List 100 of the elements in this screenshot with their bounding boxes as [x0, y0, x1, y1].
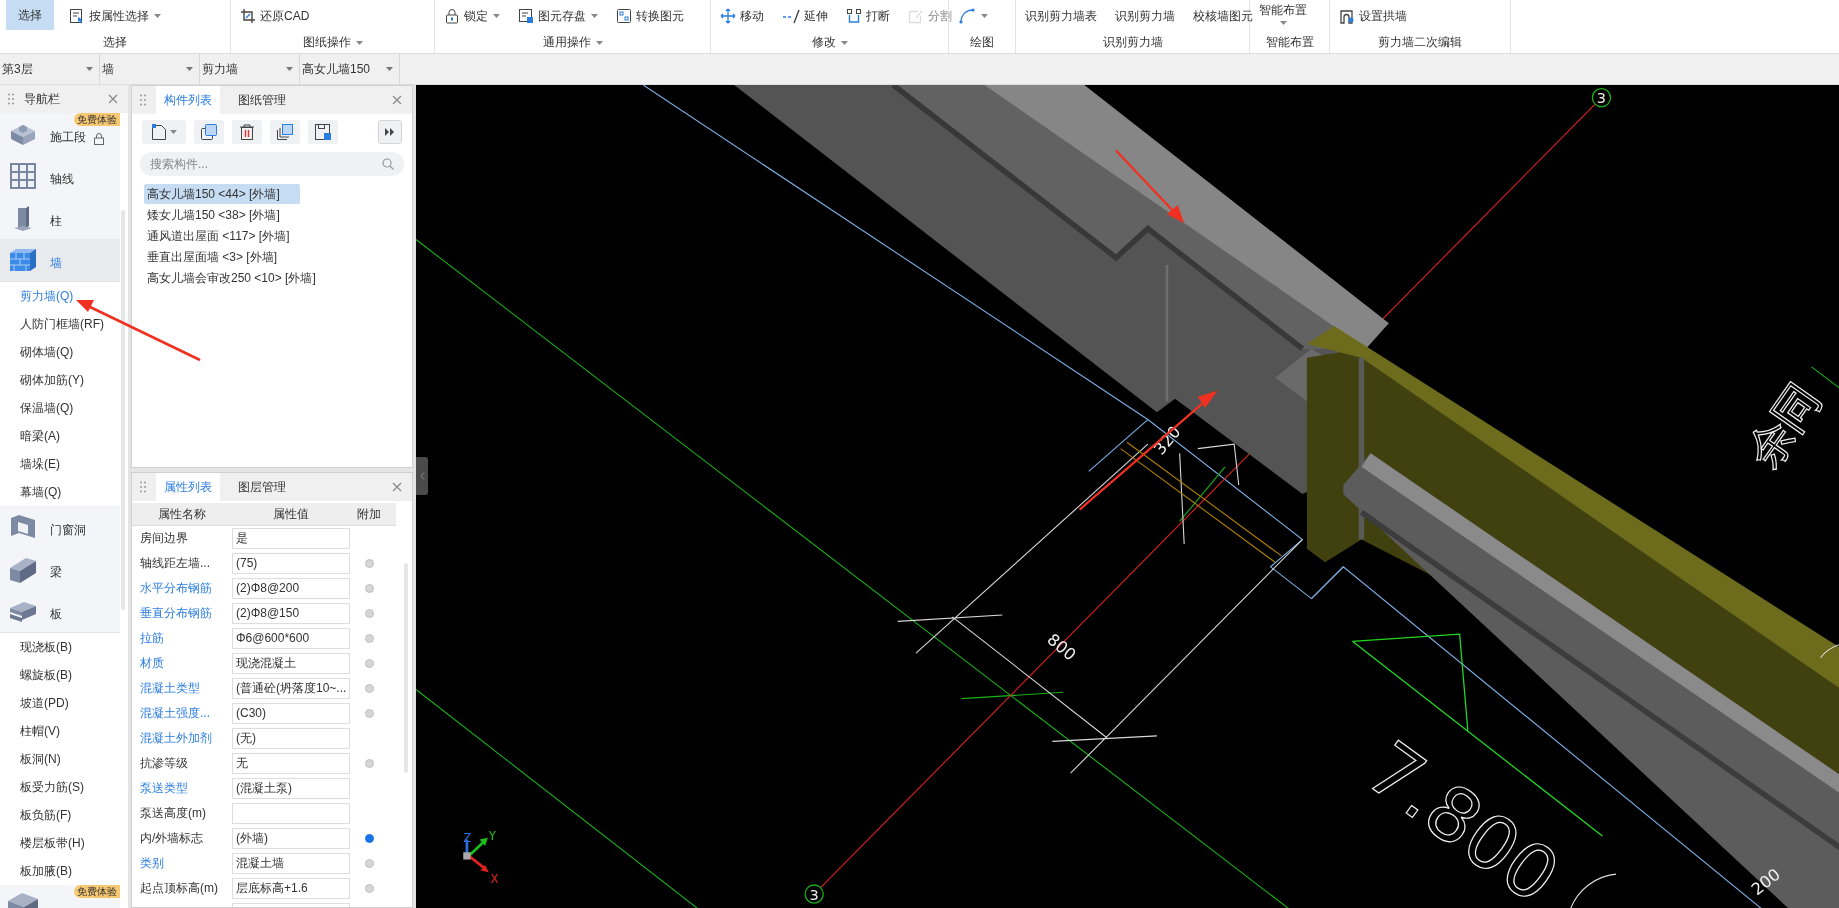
note-text: 余同 — [1736, 373, 1832, 478]
property-value-field[interactable]: 混凝土墙 — [232, 853, 350, 874]
ribbon-button[interactable]: 智能布置 — [1256, 0, 1310, 32]
nav-item[interactable]: 板受力筋(S) — [0, 773, 120, 801]
group-label: 剪力墙二次编辑 — [1377, 34, 1463, 51]
property-value-field[interactable] — [232, 803, 350, 824]
filter-dropdown[interactable]: 墙 — [100, 54, 200, 84]
close-icon[interactable] — [392, 482, 402, 492]
property-name: 混凝土强度... — [139, 705, 211, 722]
property-value-field[interactable]: (2)Φ8@150 — [232, 603, 350, 624]
ribbon-button[interactable]: 设置拱墙 — [1336, 4, 1410, 28]
nav-item[interactable]: 砌体加筋(Y) — [0, 366, 120, 394]
nav-item[interactable]: 坡道(PD) — [0, 689, 120, 717]
property-value-field[interactable]: 层底标高+1.6 — [232, 878, 350, 899]
attach-radio[interactable] — [364, 659, 374, 668]
property-value-field[interactable]: (C30) — [232, 703, 350, 724]
nav-category[interactable]: 免费体验 施工段 — [0, 113, 120, 155]
nav-item[interactable]: 板负筋(F) — [0, 801, 120, 829]
panel-tab[interactable]: 图层管理 — [230, 473, 294, 501]
attach-radio[interactable] — [364, 559, 374, 568]
drag-handle-icon — [140, 481, 146, 493]
filter-dropdown[interactable]: 高女儿墙150 — [300, 54, 400, 84]
attach-radio[interactable] — [364, 584, 374, 593]
nav-item[interactable]: 板洞(N) — [0, 745, 120, 773]
attach-radio[interactable] — [364, 709, 374, 718]
ribbon-button[interactable]: 识别剪力墙 — [1112, 4, 1178, 28]
ribbon-button[interactable]: 锁定 — [441, 4, 503, 28]
property-value-field[interactable]: (普通砼(坍落度10~... — [232, 678, 350, 699]
nav-item[interactable]: 幕墙(Q) — [0, 478, 120, 506]
component-item[interactable]: 高女儿墙会审改250 <10> [外墙] — [144, 268, 319, 288]
caret-icon — [840, 40, 848, 45]
select-button[interactable]: 选择 — [6, 0, 54, 30]
nav-category[interactable]: 板 — [0, 590, 120, 633]
nav-item[interactable]: 暗梁(A) — [0, 422, 120, 450]
nav-category[interactable]: 门窗洞 — [0, 506, 120, 548]
property-value-field[interactable]: Φ6@600*600 — [232, 628, 350, 649]
copy-button[interactable] — [194, 120, 224, 144]
nav-category[interactable]: 免费体验 — [0, 885, 120, 908]
component-item[interactable]: 高女儿墙150 <44> [外墙] — [144, 184, 300, 204]
filter-dropdown[interactable]: 第3层 — [0, 54, 100, 84]
ribbon-button[interactable]: 按属性选择 — [66, 4, 164, 28]
nav-category[interactable]: 梁 — [0, 548, 120, 590]
dimension-label: 800 — [1043, 629, 1080, 665]
attach-radio[interactable] — [364, 759, 374, 768]
panel-tab[interactable]: 属性列表 — [156, 473, 220, 501]
filter-dropdown[interactable]: 剪力墙 — [200, 54, 300, 84]
nav-item[interactable]: 墙垛(E) — [0, 450, 120, 478]
property-name: 拉筋 — [139, 630, 165, 647]
property-value-field[interactable]: (混凝土泵) — [232, 778, 350, 799]
save-button[interactable] — [308, 120, 338, 144]
attach-radio[interactable] — [364, 609, 374, 618]
property-value-field[interactable]: (75) — [232, 553, 350, 574]
new-component-button[interactable] — [142, 120, 186, 144]
nav-category[interactable]: 柱 — [0, 197, 120, 239]
nav-item[interactable]: 板加腋(B) — [0, 857, 120, 885]
attach-radio[interactable] — [364, 884, 374, 893]
nav-item[interactable]: 人防门框墙(RF) — [0, 310, 120, 338]
more-button[interactable] — [378, 120, 402, 144]
nav-category[interactable]: 轴线 — [0, 155, 120, 197]
collapse-handle[interactable] — [416, 457, 428, 495]
panel-tab[interactable]: 图纸管理 — [230, 86, 294, 114]
attach-radio[interactable] — [364, 684, 374, 693]
nav-item[interactable]: 砌体墙(Q) — [0, 338, 120, 366]
ribbon-button[interactable]: 移动 — [717, 4, 767, 28]
close-icon[interactable] — [108, 94, 118, 104]
nav-item[interactable]: 螺旋板(B) — [0, 661, 120, 689]
nav-category[interactable]: 墙 — [0, 239, 120, 282]
ribbon-button[interactable]: 延伸 — [779, 4, 831, 28]
property-value-field[interactable]: (无) — [232, 728, 350, 749]
ribbon-button[interactable]: 还原CAD — [237, 4, 313, 28]
ribbon-button[interactable]: 转换图元 — [613, 4, 687, 28]
caret-icon — [286, 67, 293, 71]
nav-item[interactable]: 剪力墙(Q) — [0, 282, 120, 310]
property-value-field[interactable]: 无 — [232, 753, 350, 774]
nav-item[interactable]: 现浇板(B) — [0, 633, 120, 661]
property-value-field[interactable]: 现浇混凝土 — [232, 653, 350, 674]
attach-radio[interactable] — [364, 859, 374, 868]
nav-item[interactable]: 楼层板带(H) — [0, 829, 120, 857]
property-name: 起点顶标高(m) — [139, 880, 219, 897]
ribbon-button[interactable]: 校核墙图元 — [1190, 4, 1256, 28]
component-item[interactable]: 通风道出屋面 <117> [外墙] — [144, 226, 300, 246]
property-value-field[interactable]: 是 — [232, 528, 350, 549]
component-item[interactable]: 垂直出屋面墙 <3> [外墙] — [144, 247, 300, 267]
ribbon-button[interactable]: 打断 — [843, 4, 893, 28]
property-value-field[interactable]: (外墙) — [232, 828, 350, 849]
delete-button[interactable] — [232, 120, 262, 144]
attach-radio[interactable] — [364, 634, 374, 643]
ribbon-button[interactable]: 图元存盘 — [515, 4, 601, 28]
copy-to-floor-button[interactable] — [270, 120, 300, 144]
axis-label: X — [490, 872, 499, 887]
ribbon-button[interactable]: 识别剪力墙表 — [1022, 4, 1100, 28]
nav-item[interactable]: 保温墙(Q) — [0, 394, 120, 422]
property-value-field[interactable]: (2)Φ8@200 — [232, 578, 350, 599]
column-header: 属性名称 — [157, 505, 207, 523]
panel-tab[interactable]: 构件列表 — [156, 86, 220, 114]
attach-radio[interactable] — [364, 834, 374, 843]
search-field[interactable]: 搜索构件... — [140, 152, 404, 176]
nav-item[interactable]: 柱帽(V) — [0, 717, 120, 745]
component-item[interactable]: 矮女儿墙150 <38> [外墙] — [144, 205, 300, 225]
close-icon[interactable] — [392, 95, 402, 105]
